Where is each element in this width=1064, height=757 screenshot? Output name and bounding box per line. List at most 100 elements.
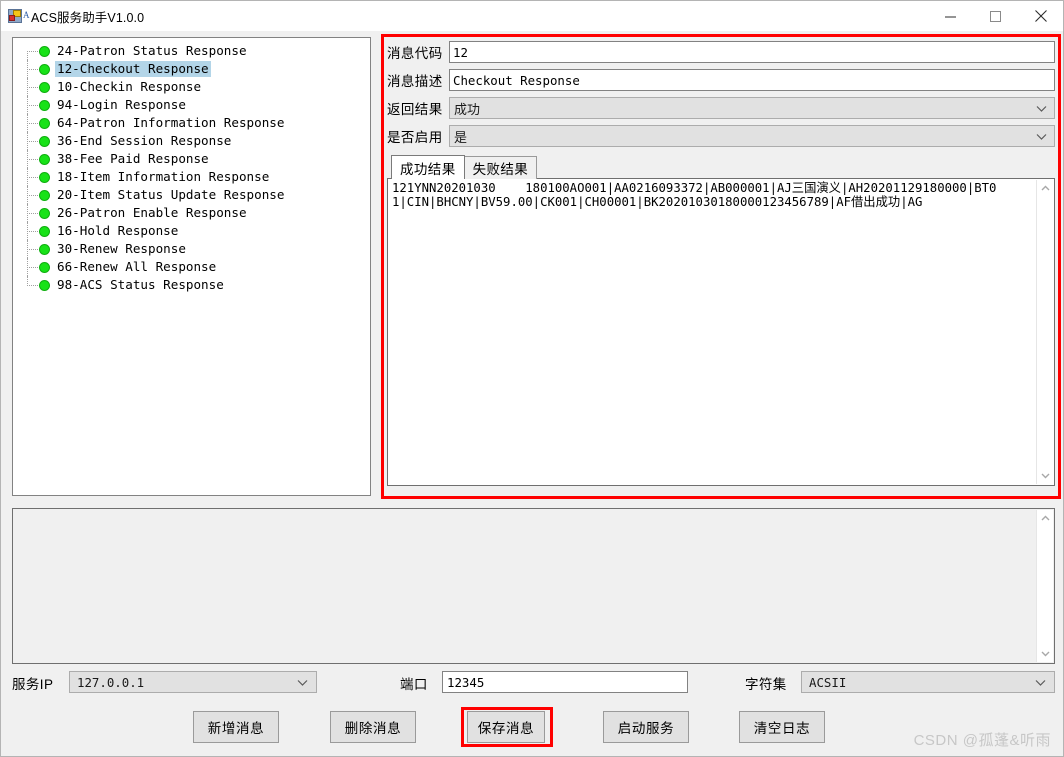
window-title: ACS服务助手V1.0.0 <box>31 10 145 25</box>
message-code-row: 消息代码 12 <box>387 39 1055 65</box>
tree-connector-icon <box>27 168 39 186</box>
scroll-down-icon[interactable] <box>1037 646 1053 662</box>
result-tabs[interactable]: 成功结果 失败结果 <box>391 155 1055 179</box>
tree-item[interactable]: 16-Hold Response <box>13 222 370 240</box>
maximize-button[interactable] <box>973 1 1018 31</box>
watermark: CSDN @孤蓬&听雨 <box>913 732 1051 749</box>
tree-connector-icon <box>27 78 39 96</box>
result-text-value: 121YNN20201030 180100AO001|AA0216093372|… <box>392 181 997 209</box>
message-desc-input[interactable]: Checkout Response <box>449 69 1055 91</box>
tree-connector-icon <box>27 222 39 240</box>
status-dot-icon <box>39 135 50 147</box>
action-buttons: 新增消息 删除消息 保存消息 启动服务 清空日志 <box>1 707 1063 747</box>
tree-item-label: 20-Item Status Update Response <box>57 187 285 202</box>
log-panel[interactable] <box>12 508 1055 664</box>
scroll-down-icon[interactable] <box>1037 468 1053 484</box>
tree-item-label: 12-Checkout Response <box>55 61 211 77</box>
charset-label: 字符集 <box>745 677 787 692</box>
chevron-down-icon <box>1035 675 1046 690</box>
clear-log-button[interactable]: 清空日志 <box>739 711 825 743</box>
return-result-value: 成功 <box>454 101 481 117</box>
message-tree-panel[interactable]: 24-Patron Status Response 12-Checkout Res… <box>12 37 371 496</box>
tree-item[interactable]: 24-Patron Status Response <box>13 42 370 60</box>
status-dot-icon <box>39 243 50 255</box>
status-dot-icon <box>39 189 50 201</box>
scroll-track[interactable] <box>1037 526 1053 646</box>
enabled-select[interactable]: 是 <box>449 125 1055 147</box>
tree-item[interactable]: 26-Patron Enable Response <box>13 204 370 222</box>
result-tab[interactable]: 失败结果 <box>463 156 538 179</box>
tree-item[interactable]: 30-Renew Response <box>13 240 370 258</box>
scroll-up-icon[interactable] <box>1037 180 1053 196</box>
tree-item-label: 10-Checkin Response <box>57 79 202 94</box>
status-dot-icon <box>39 99 50 111</box>
tree-item[interactable]: 66-Renew All Response <box>13 258 370 276</box>
message-detail-form: 消息代码 12 消息描述 Checkout Response 返回结果 成功 是… <box>387 39 1055 493</box>
tree-item-label: 66-Renew All Response <box>57 259 217 274</box>
tree-connector-icon <box>27 204 39 222</box>
tree-item[interactable]: 36-End Session Response <box>13 132 370 150</box>
tree-item[interactable]: 64-Patron Information Response <box>13 114 370 132</box>
add-message-button[interactable]: 新增消息 <box>193 711 279 743</box>
chevron-down-icon <box>1036 129 1047 144</box>
delete-message-button[interactable]: 删除消息 <box>330 711 416 743</box>
tree-item[interactable]: 12-Checkout Response <box>13 60 370 78</box>
enabled-label: 是否启用 <box>387 130 443 145</box>
tree-item[interactable]: 18-Item Information Response <box>13 168 370 186</box>
tree-item-label: 36-End Session Response <box>57 133 232 148</box>
tree-item-label: 38-Fee Paid Response <box>57 151 209 166</box>
tree-connector-icon <box>27 150 39 168</box>
tree-item-label: 16-Hold Response <box>57 223 179 238</box>
close-button[interactable] <box>1018 1 1063 31</box>
tree-item[interactable]: 98-ACS Status Response <box>13 276 370 294</box>
tree-connector-icon <box>27 60 39 78</box>
tree-item[interactable]: 94-Login Response <box>13 96 370 114</box>
status-dot-icon <box>39 45 50 57</box>
status-dot-icon <box>39 117 50 129</box>
window-controls <box>928 1 1063 31</box>
port-label: 端口 <box>400 677 428 692</box>
message-code-value: 12 <box>453 44 468 60</box>
enabled-row: 是否启用 是 <box>387 123 1055 149</box>
message-desc-label: 消息描述 <box>387 74 443 89</box>
save-message-button[interactable]: 保存消息 <box>467 711 545 743</box>
tree-connector-icon <box>27 42 39 60</box>
message-code-input[interactable]: 12 <box>449 41 1055 63</box>
tree-item[interactable]: 10-Checkin Response <box>13 78 370 96</box>
start-service-button[interactable]: 启动服务 <box>603 711 689 743</box>
chevron-down-icon <box>297 675 308 690</box>
status-dot-icon <box>39 225 50 237</box>
message-tree-list[interactable]: 24-Patron Status Response 12-Checkout Res… <box>13 38 370 294</box>
status-dot-icon <box>39 279 50 291</box>
charset-select[interactable]: ACSII <box>801 671 1055 693</box>
status-dot-icon <box>39 171 50 183</box>
port-value: 12345 <box>447 674 485 690</box>
log-scrollbar[interactable] <box>1036 510 1053 662</box>
chevron-down-icon <box>1036 101 1047 116</box>
result-text-area[interactable]: 121YNN20201030 180100AO001|AA0216093372|… <box>387 178 1055 486</box>
charset-value: ACSII <box>809 674 847 690</box>
title-bar: A ACS服务助手V1.0.0 <box>1 1 1063 31</box>
result-tab[interactable]: 成功结果 <box>391 155 465 179</box>
result-tabs-wrap: 成功结果 失败结果 <box>387 155 1055 179</box>
status-dot-icon <box>39 81 50 93</box>
return-result-label: 返回结果 <box>387 102 443 117</box>
return-result-select[interactable]: 成功 <box>449 97 1055 119</box>
status-dot-icon <box>39 153 50 165</box>
tree-item-label: 64-Patron Information Response <box>57 115 285 130</box>
tree-connector-icon <box>27 132 39 150</box>
tree-item-label: 24-Patron Status Response <box>57 43 247 58</box>
message-code-label: 消息代码 <box>387 46 443 61</box>
status-dot-icon <box>39 261 50 273</box>
scroll-track[interactable] <box>1037 196 1053 468</box>
app-window-icon: A <box>8 8 30 24</box>
result-scrollbar[interactable] <box>1036 180 1053 484</box>
minimize-button[interactable] <box>928 1 973 31</box>
message-desc-value: Checkout Response <box>453 72 580 88</box>
server-ip-select[interactable]: 127.0.0.1 <box>69 671 317 693</box>
scroll-up-icon[interactable] <box>1037 510 1053 526</box>
status-dot-icon <box>39 63 50 75</box>
tree-item[interactable]: 20-Item Status Update Response <box>13 186 370 204</box>
tree-item[interactable]: 38-Fee Paid Response <box>13 150 370 168</box>
port-input[interactable]: 12345 <box>442 671 688 693</box>
